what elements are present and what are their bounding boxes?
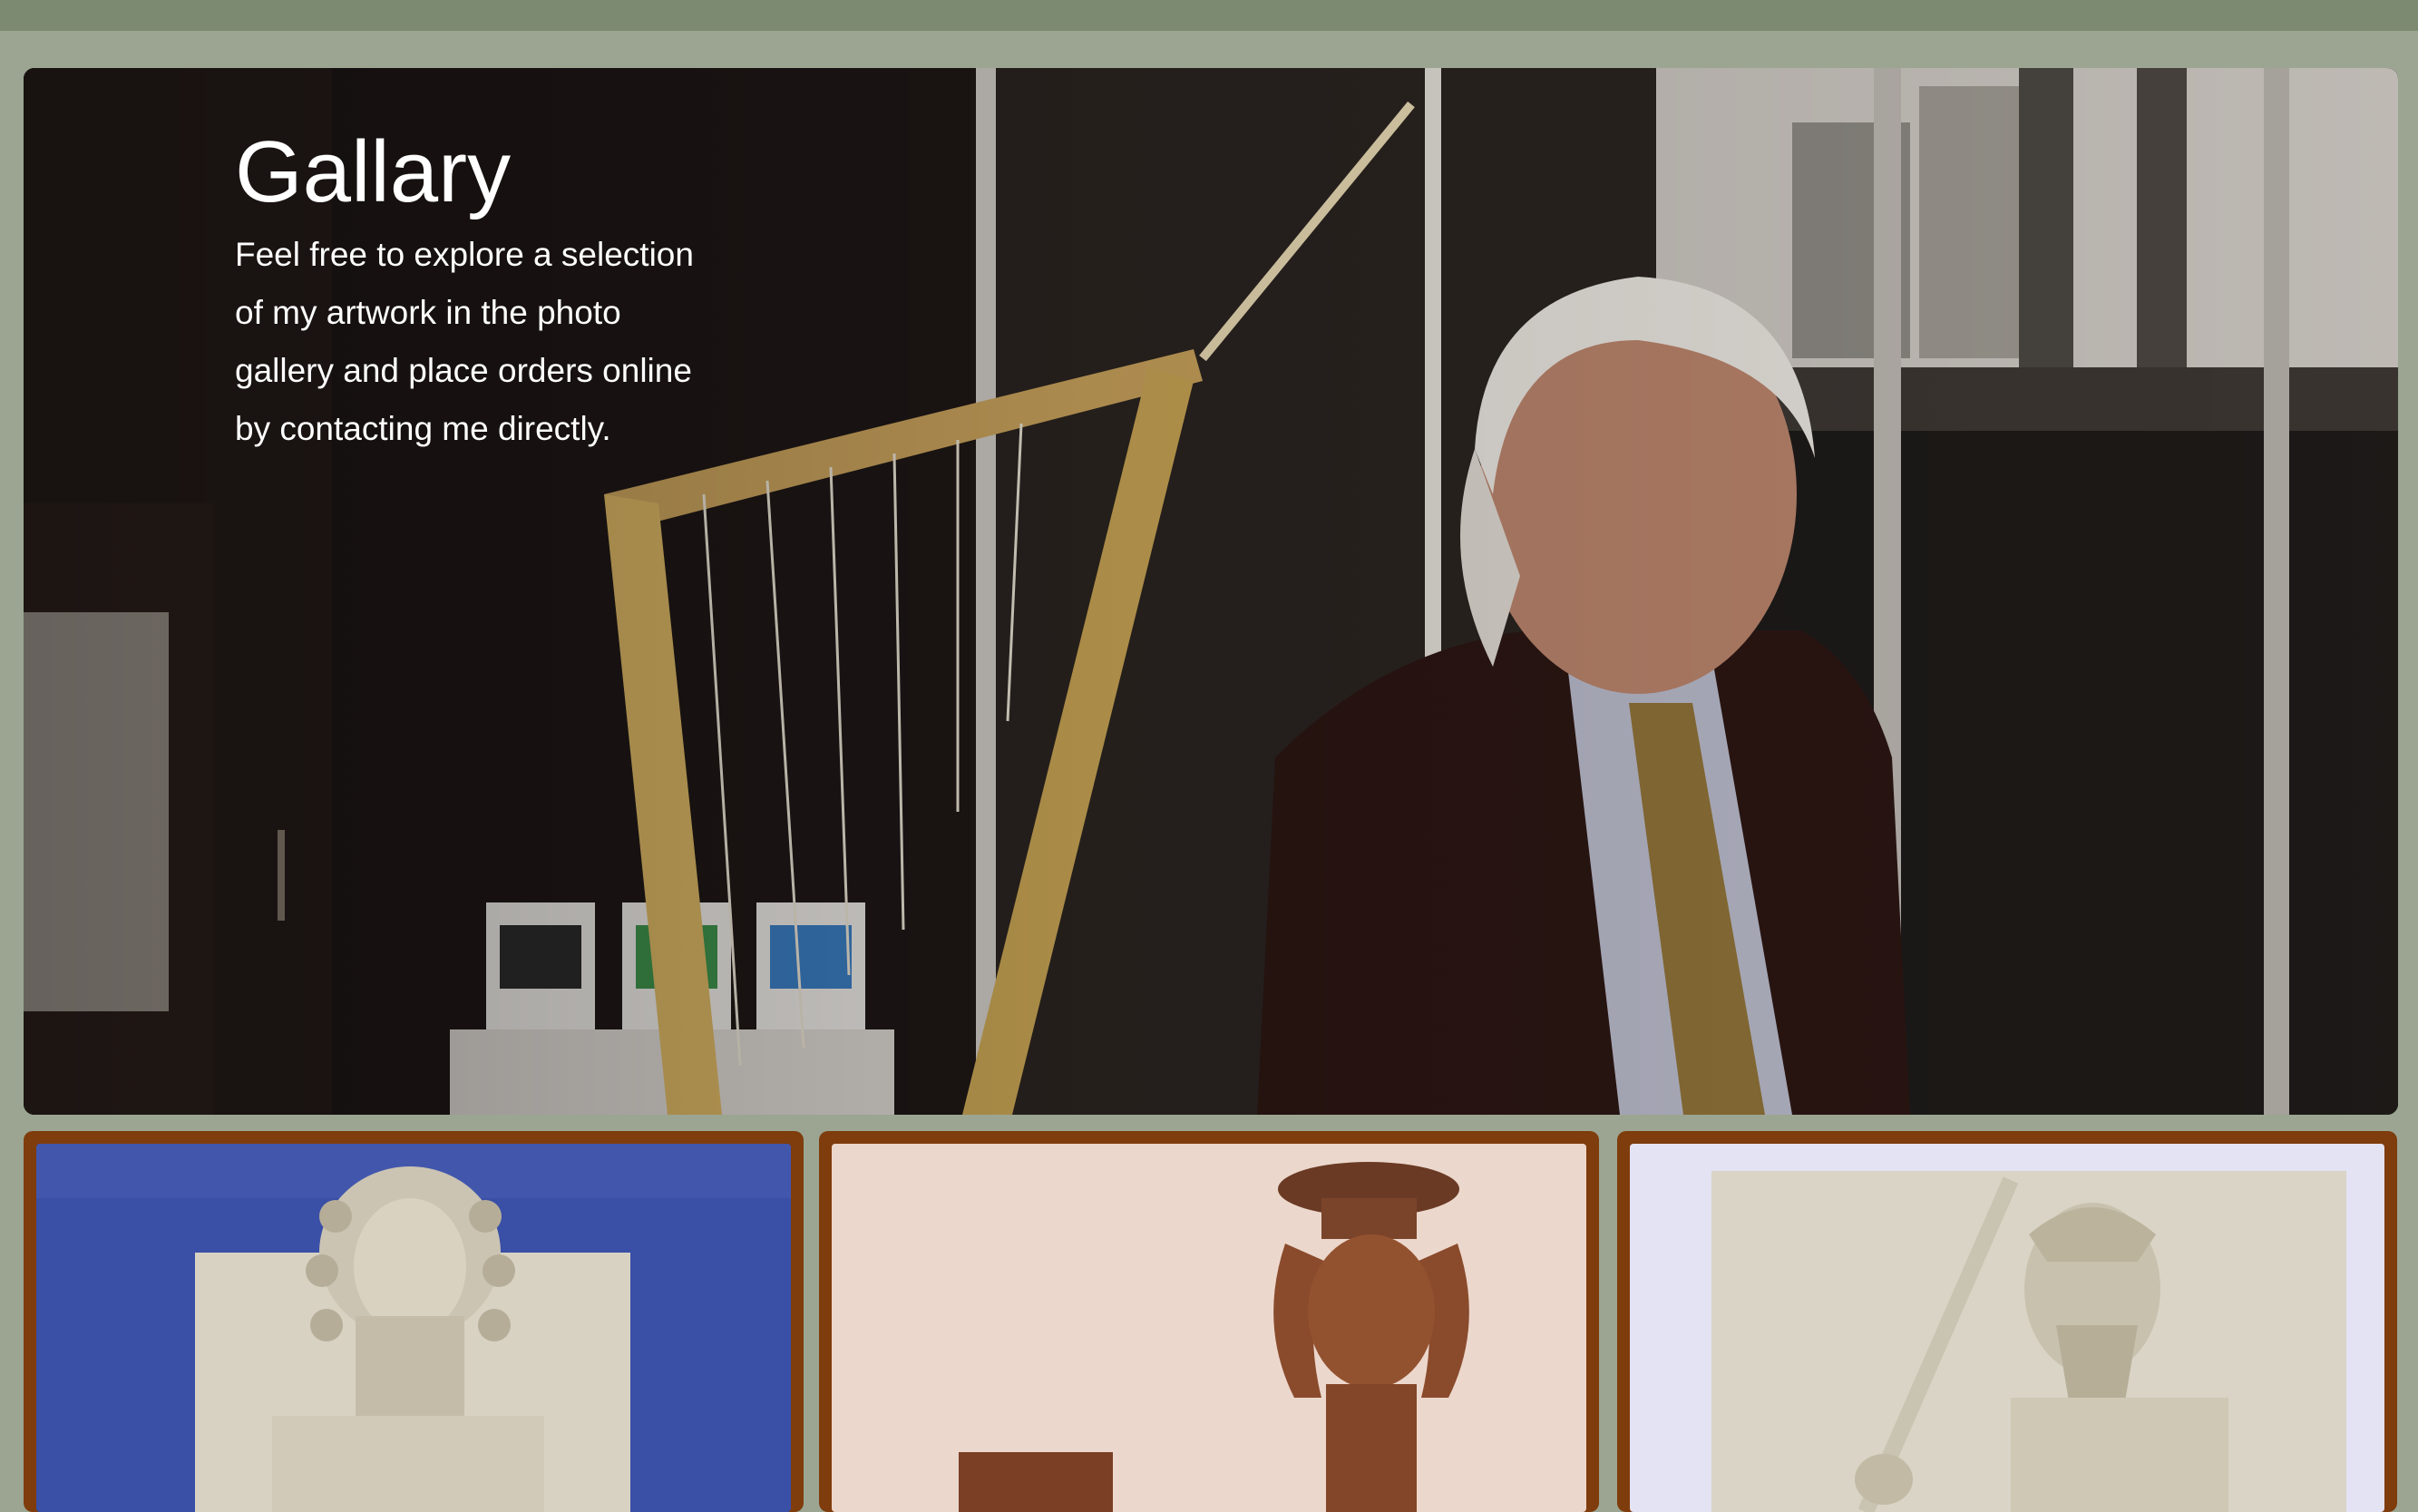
hero-description-line: of my artwork in the photo bbox=[235, 294, 621, 332]
gallery-item-sumerian-relief[interactable] bbox=[24, 1131, 804, 1512]
gallery-image-frame bbox=[832, 1144, 1586, 1512]
gallery-image-frame bbox=[1630, 1144, 2384, 1512]
page-title: Gallary bbox=[235, 123, 512, 220]
gallery-image-frame bbox=[36, 1144, 791, 1512]
terracotta-figure-image bbox=[832, 1144, 1586, 1512]
top-navigation-bar bbox=[0, 0, 2418, 31]
hero-description-line: gallery and place orders online bbox=[235, 352, 692, 390]
assyrian-warrior-relief-image bbox=[1630, 1144, 2384, 1512]
hero-banner: Gallary Feel free to explore a selection… bbox=[24, 68, 2398, 1115]
hero-description: Feel free to explore a selection of my a… bbox=[235, 226, 797, 458]
gallery-item-assyrian-relief[interactable] bbox=[1617, 1131, 2397, 1512]
gallery-item-terracotta-figure[interactable] bbox=[819, 1131, 1599, 1512]
sumerian-king-relief-image bbox=[36, 1144, 791, 1512]
hero-text-block: Gallary Feel free to explore a selection… bbox=[235, 122, 797, 458]
hero-description-line: Feel free to explore a selection bbox=[235, 236, 694, 274]
hero-description-line: by contacting me directly. bbox=[235, 410, 611, 448]
